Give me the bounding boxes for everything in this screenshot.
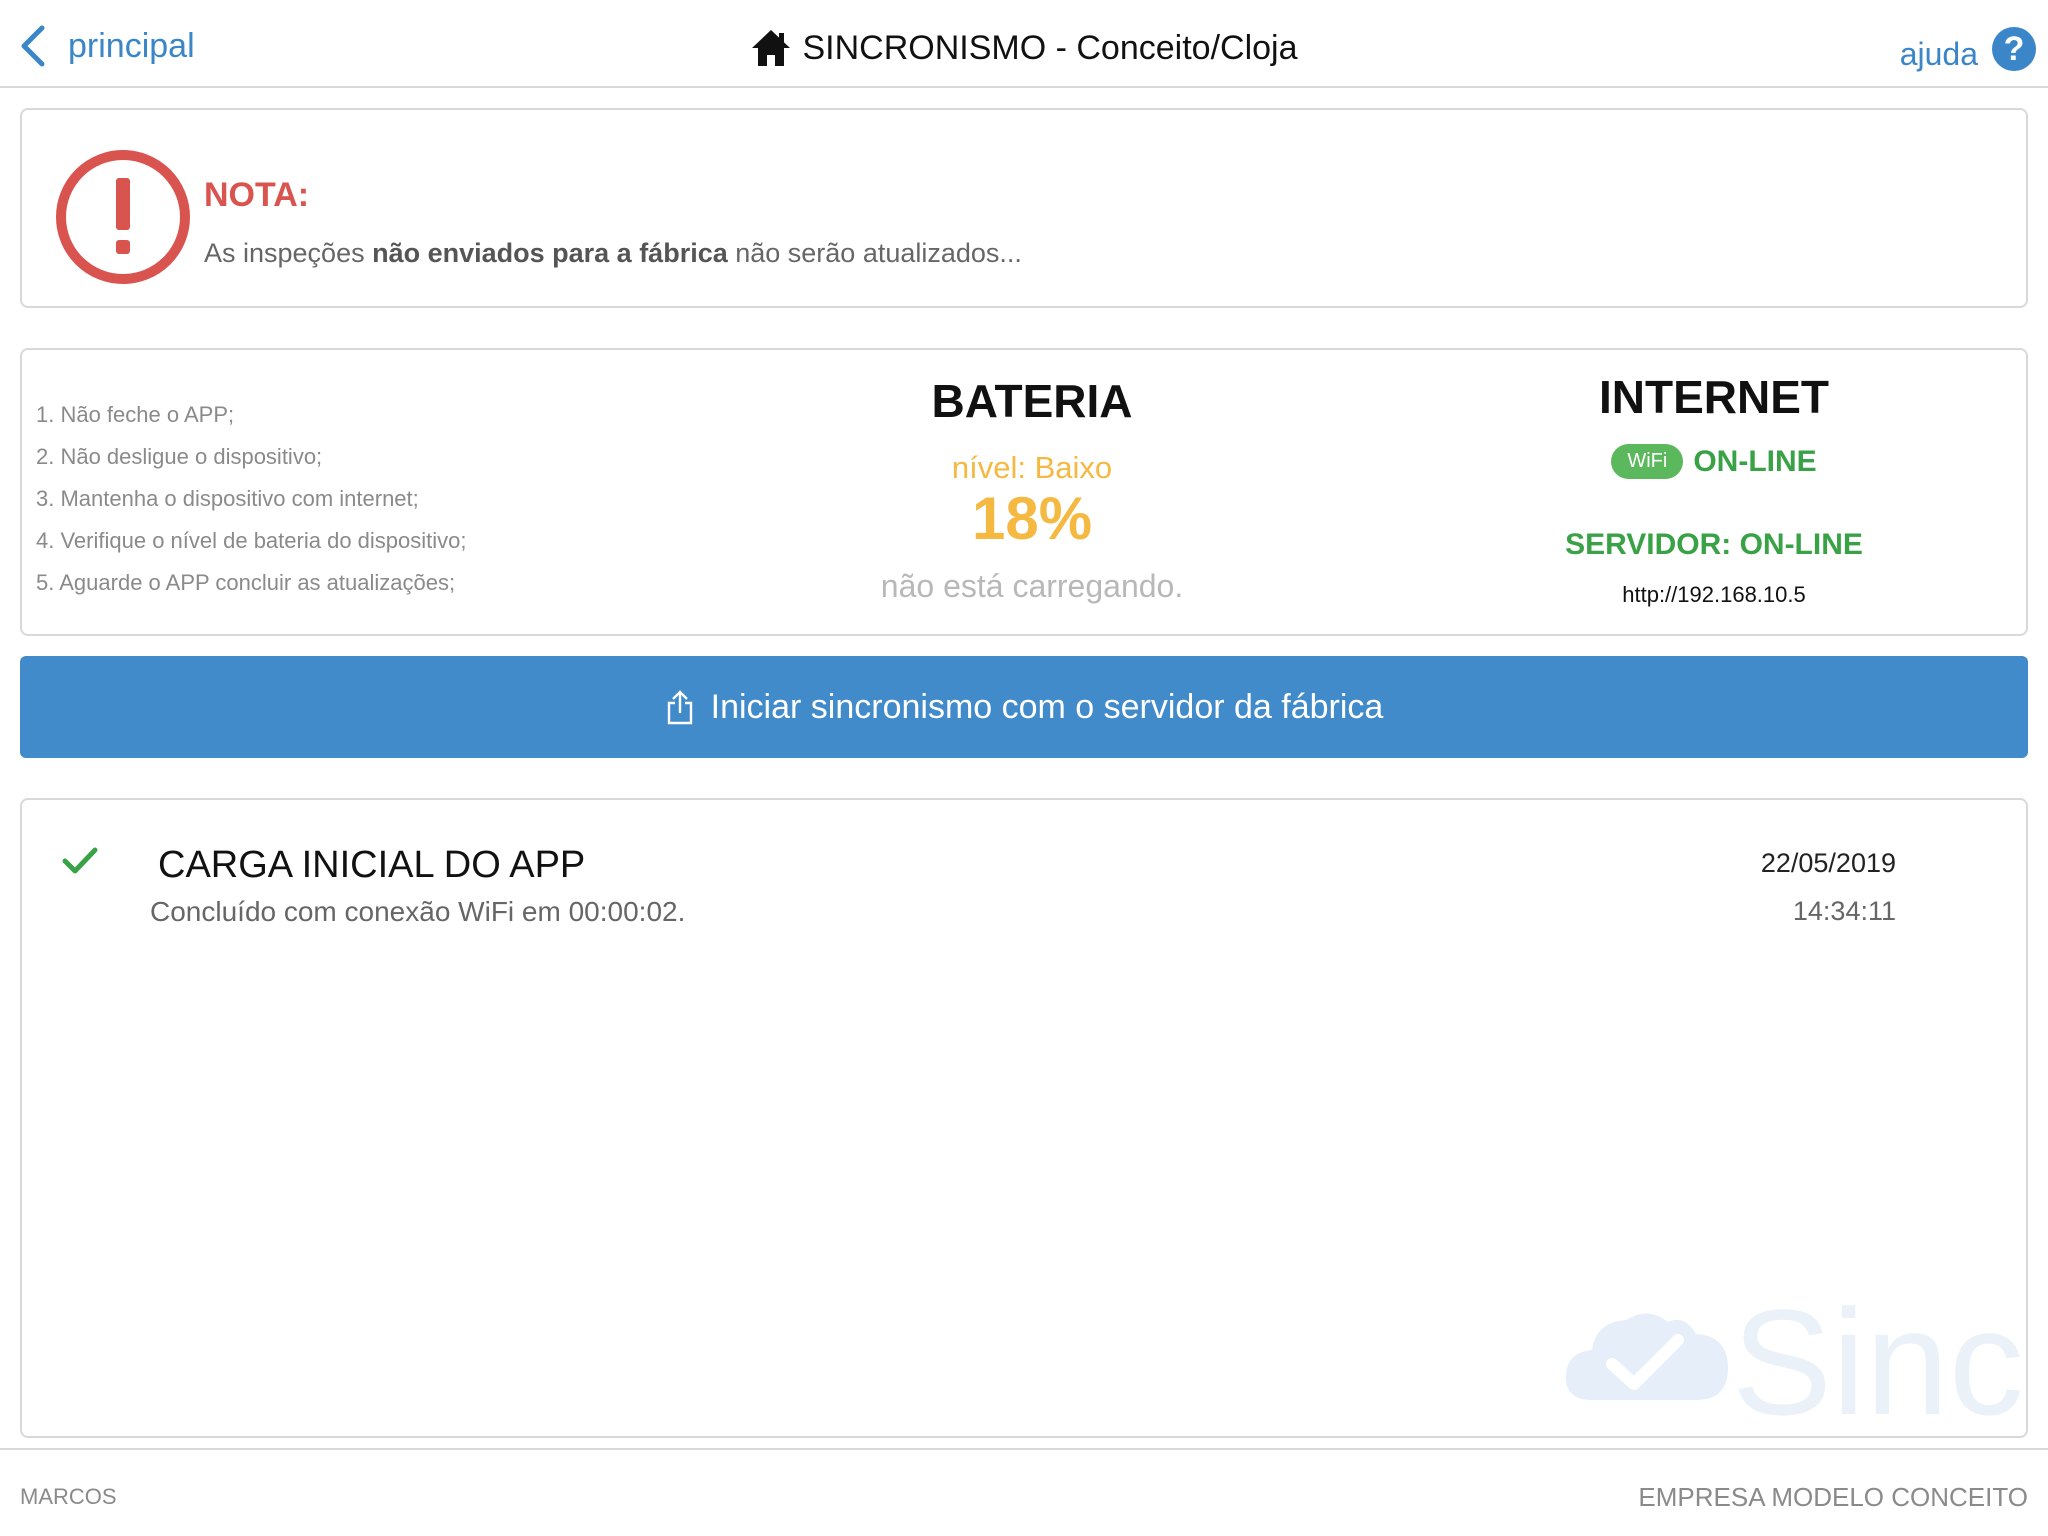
cloud-check-icon — [1565, 1313, 1728, 1400]
log-item-date: 22/05/2019 — [1760, 848, 1896, 878]
note-text-before: As inspeções — [204, 238, 373, 268]
instruction-item: 3. Mantenha o dispositivo com internet; — [36, 486, 419, 511]
help-button[interactable]: ajuda ? — [1900, 24, 2036, 73]
note-card: NOTA: As inspeções não enviados para a f… — [20, 108, 2028, 308]
server-status: SERVIDOR: ON-LINE — [1565, 528, 1863, 561]
wifi-badge: WiFi — [1611, 444, 1684, 479]
sync-log-card: CARGA INICIAL DO APP Concluído com conex… — [20, 798, 2028, 1438]
page-title: SINCRONISMO - Conceito/Cloja — [802, 28, 1298, 67]
footer-company: EMPRESA MODELO CONCEITO — [1638, 1482, 2028, 1512]
instruction-item: 2. Não desligue o dispositivo; — [36, 444, 323, 469]
sync-screen: principal SINCRONISMO - Conceito/Cloja a… — [0, 0, 2048, 1536]
internet-title: INTERNET — [1599, 371, 1829, 423]
instructions-list: 1. Não feche o APP; 2. Não desligue o di… — [36, 394, 467, 604]
nav-bar: principal SINCRONISMO - Conceito/Cloja a… — [0, 0, 2048, 88]
internet-status-row: WiFi ON-LINE — [1414, 444, 2014, 479]
alert-circle-icon — [56, 150, 190, 284]
internet-status: ON-LINE — [1693, 444, 1817, 478]
log-item-time: 14:34:11 — [1792, 896, 1896, 926]
watermark-text: Sinc — [1732, 1278, 2024, 1438]
status-card: 1. Não feche o APP; 2. Não desligue o di… — [20, 348, 2028, 636]
check-icon — [62, 847, 98, 874]
help-circle-icon: ? — [1992, 26, 2036, 71]
instruction-item: 5. Aguarde o APP concluir as atualizaçõe… — [36, 570, 456, 595]
share-upload-icon — [667, 690, 692, 725]
note-text-after: não serão atualizados... — [727, 238, 1022, 268]
note-text-bold: não enviados para a fábrica — [372, 238, 728, 268]
home-icon — [752, 30, 791, 66]
battery-charging-status: não está carregando. — [880, 568, 1184, 604]
sinc-watermark: Sinc — [1562, 1278, 2024, 1436]
note-title: NOTA: — [204, 176, 310, 214]
list-item[interactable]: CARGA INICIAL DO APP Concluído com conex… — [22, 800, 2026, 940]
log-item-title: CARGA INICIAL DO APP — [158, 844, 586, 886]
instruction-item: 1. Não feche o APP; — [36, 402, 235, 427]
start-sync-label: Iniciar sincronismo com o servidor da fá… — [710, 687, 1384, 726]
help-label: ajuda — [1899, 36, 1978, 72]
battery-level-label: nível: Baixo — [951, 450, 1113, 485]
server-url: http://192.168.10.5 — [1622, 582, 1806, 607]
note-text: As inspeções não enviados para a fábrica… — [204, 238, 1022, 269]
instruction-item: 4. Verifique o nível de bateria do dispo… — [36, 528, 467, 553]
battery-title: BATERIA — [931, 375, 1133, 427]
log-item-subtitle: Concluído com conexão WiFi em 00:00:02. — [150, 896, 686, 927]
page-title-wrap: SINCRONISMO - Conceito/Cloja — [0, 28, 2048, 68]
start-sync-button[interactable]: Iniciar sincronismo com o servidor da fá… — [20, 656, 2028, 758]
battery-percent: 18% — [971, 485, 1093, 552]
footer-user: MARCOS — [20, 1484, 117, 1509]
footer-bar: MARCOS EMPRESA MODELO CONCEITO — [0, 1448, 2048, 1536]
